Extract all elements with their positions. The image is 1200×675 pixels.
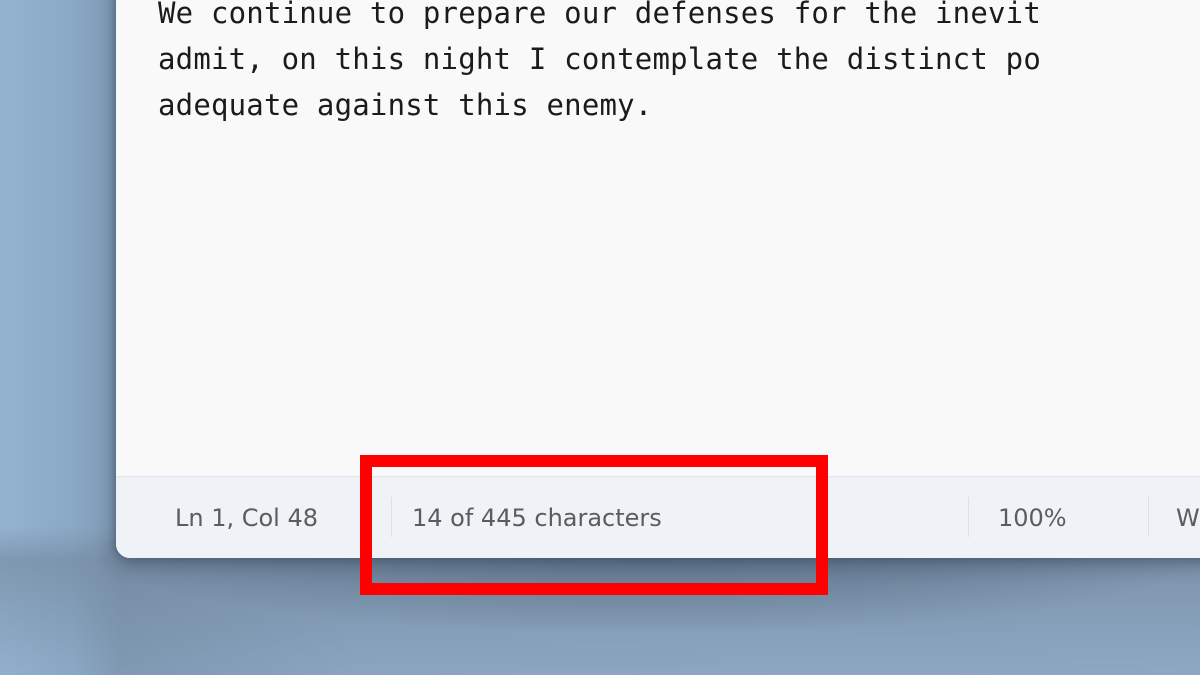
cursor-position[interactable]: Ln 1, Col 48 (175, 504, 318, 532)
text-editor-area[interactable]: We continue to prepare our defenses for … (116, 0, 1200, 477)
zoom-level[interactable]: 100% (998, 504, 1067, 532)
status-separator (391, 497, 392, 537)
status-separator (1148, 497, 1149, 537)
notepad-window: We continue to prepare our defenses for … (116, 0, 1200, 558)
line-ending-indicator[interactable]: W (1176, 504, 1200, 532)
editor-line: adequate against this enemy. (158, 88, 653, 122)
editor-line: admit, on this night I contemplate the d… (158, 42, 1041, 76)
status-separator (968, 497, 969, 537)
status-bar: Ln 1, Col 48 14 of 445 characters 100% W (116, 476, 1200, 558)
editor-content[interactable]: We continue to prepare our defenses for … (158, 0, 1041, 128)
editor-line: We continue to prepare our defenses for … (158, 0, 1041, 30)
character-count[interactable]: 14 of 445 characters (412, 504, 662, 532)
